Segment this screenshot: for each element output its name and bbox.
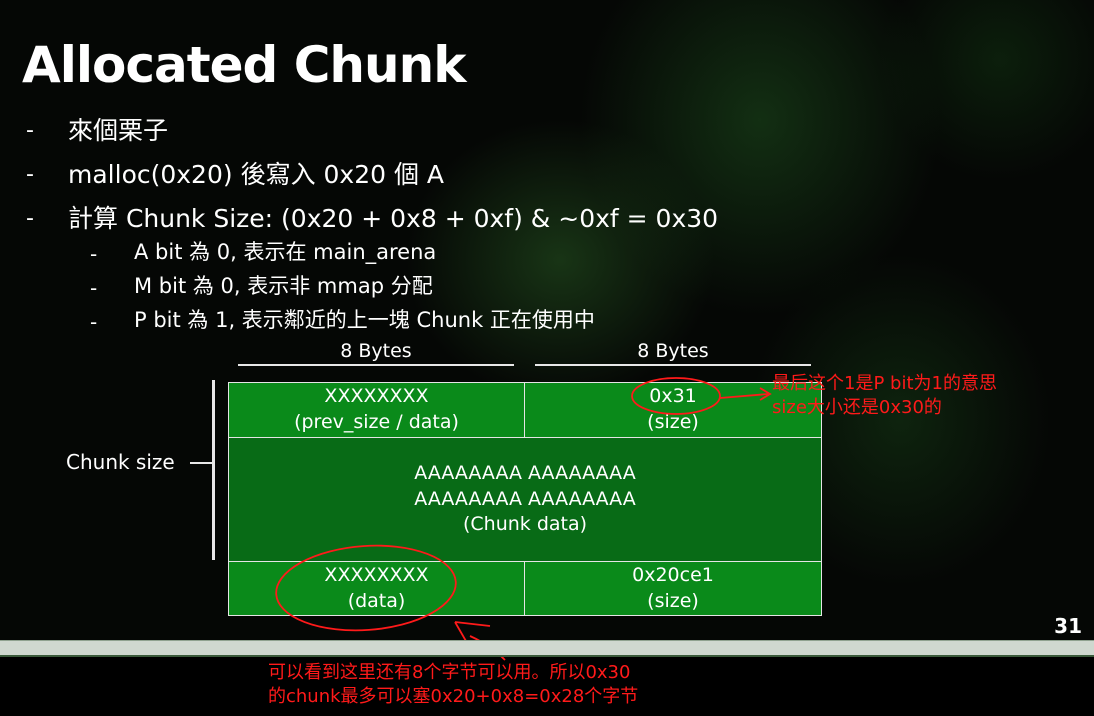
cell-next-data-value: XXXXXXXX <box>324 563 429 586</box>
bytes-underline-right <box>535 364 811 366</box>
bullet-text: malloc(0x20) 後寫入 0x20 個 A <box>68 160 445 189</box>
bullet-text: 計算 Chunk Size: (0x20 + 0x8 + 0xf) & ~0xf… <box>68 204 719 233</box>
cell-size-value: 0x31 <box>649 385 697 408</box>
cell-next-size-value: 0x20ce1 <box>632 563 714 586</box>
annotation-right-line-1: 最后这个1是P bit为1的意思 <box>772 373 997 394</box>
sub-bullet-dash: - <box>90 242 98 266</box>
cell-size-caption: (size) <box>647 411 699 433</box>
bullet-dash: - <box>26 162 34 187</box>
sub-bullet-dash: - <box>90 310 98 334</box>
cell-prev-size-caption: (prev_size / data) <box>294 411 459 433</box>
cell-chunk-data: AAAAAAAA AAAAAAAA AAAAAAAA AAAAAAAA (Chu… <box>228 437 822 562</box>
cell-next-size-caption: (size) <box>647 589 699 612</box>
bullet-dash: - <box>26 206 34 231</box>
sub-bullet-text: P bit 為 1, 表示鄰近的上一塊 Chunk 正在使用中 <box>134 308 595 332</box>
cell-next-data-caption: (data) <box>347 589 406 612</box>
cell-prev-size: XXXXXXXX (prev_size / data) <box>228 382 525 438</box>
chunk-data-caption: (Chunk data) <box>462 513 588 536</box>
cell-next-data: XXXXXXXX (data) <box>228 561 525 616</box>
annotation-bottom-line-1: 可以看到这里还有8个字节可以用。所以0x30 <box>268 662 631 683</box>
sub-bullet-dash: - <box>90 276 98 300</box>
page-number: 31 <box>1054 614 1082 638</box>
bullet-text: 來個栗子 <box>68 116 169 145</box>
bytes-label-left: 8 Bytes <box>340 340 412 362</box>
sub-bullet-text: A bit 為 0, 表示在 main_arena <box>134 240 437 264</box>
cell-next-size: 0x20ce1 (size) <box>524 561 822 616</box>
sub-bullet-text: M bit 為 0, 表示非 mmap 分配 <box>134 274 433 298</box>
chunk-data-line-1: AAAAAAAA AAAAAAAA <box>414 462 636 485</box>
bullet-dash: - <box>26 118 34 143</box>
chunk-size-tick <box>190 462 214 464</box>
annotation-bottom-line-2: 的chunk最多可以塞0x20+0x8=0x28个字节 <box>268 686 639 707</box>
cell-prev-size-value: XXXXXXXX <box>324 385 429 408</box>
footer-bar <box>0 640 1094 657</box>
slide-title: Allocated Chunk <box>22 36 466 94</box>
bytes-underline-left <box>238 364 514 366</box>
chunk-data-line-2: AAAAAAAA AAAAAAAA <box>414 487 636 510</box>
annotation-right-line-2: size大小还是0x30的 <box>772 397 942 418</box>
chunk-size-label: Chunk size <box>66 450 175 474</box>
chunk-size-bracket <box>212 380 215 560</box>
bytes-label-right: 8 Bytes <box>637 340 709 362</box>
